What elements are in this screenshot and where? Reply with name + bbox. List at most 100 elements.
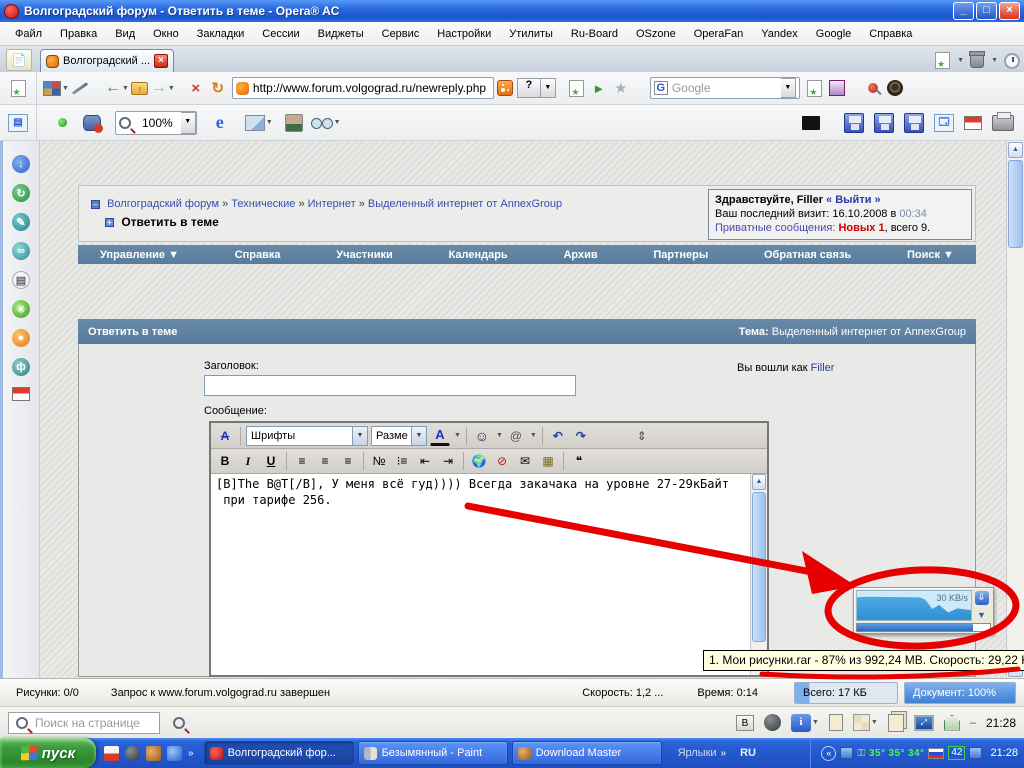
star-icon[interactable]: ★ <box>610 77 632 99</box>
ordered-list-icon[interactable]: № <box>369 451 389 471</box>
bookmark-page-icon[interactable] <box>566 77 588 99</box>
menu-oszone[interactable]: OSzone <box>627 25 685 43</box>
nav-partners[interactable]: Партнеры <box>653 249 708 261</box>
color-dropdown-icon[interactable]: ▼ <box>454 432 461 439</box>
block-content-icon[interactable]: B <box>736 715 754 731</box>
tray-network-icon[interactable] <box>840 747 853 759</box>
insert-image-icon[interactable]: ▦ <box>538 451 558 471</box>
save-icon-2[interactable] <box>874 113 894 133</box>
nav-management[interactable]: Управление ▼ <box>100 249 179 261</box>
transfers-panel-icon[interactable]: ↻ <box>12 184 30 202</box>
add-bookmark-icon[interactable] <box>935 52 950 69</box>
downloads-panel-icon[interactable]: ↓ <box>12 155 30 173</box>
reload-button[interactable]: ↻ <box>207 77 229 99</box>
font-select[interactable]: Шрифты▼ <box>246 426 368 446</box>
menu-view[interactable]: Вид <box>106 25 144 43</box>
trash-dropdown-icon[interactable]: ▼ <box>991 57 998 64</box>
pencil-icon[interactable] <box>69 77 91 99</box>
scroll-up-icon[interactable]: ▲ <box>752 474 766 490</box>
expand-tree-icon[interactable]: + <box>105 218 114 227</box>
menu-sessions[interactable]: Сессии <box>253 25 308 43</box>
breadcrumb-root[interactable]: Волгоградский форум <box>107 198 219 210</box>
eye-icon[interactable] <box>884 77 906 99</box>
message-textarea[interactable]: [B]The B@T[/B], У меня всё гуд)))) Всегд… <box>211 474 750 675</box>
search-engine-dropdown-icon[interactable]: ▼ <box>781 78 796 98</box>
quicklaunch-downloadmaster-icon[interactable] <box>146 746 161 761</box>
ie-icon[interactable]: e <box>209 112 231 134</box>
notes-panel-icon[interactable]: ▤ <box>8 114 28 132</box>
breadcrumb-subsection[interactable]: Интернет <box>308 198 356 210</box>
pm-link[interactable]: Приватные сообщения: <box>715 222 835 234</box>
bookmark-icon-2[interactable] <box>804 77 826 99</box>
align-center-icon[interactable]: ≡ <box>315 451 335 471</box>
shortcuts-overflow-icon[interactable]: » <box>721 748 727 759</box>
start-button[interactable]: пуск <box>0 738 96 768</box>
insert-email-icon[interactable]: ✉ <box>515 451 535 471</box>
collapse-tree-icon[interactable]: – <box>91 200 100 209</box>
page-scrollbar[interactable]: ▲ ▼ <box>1006 141 1024 678</box>
bold-icon[interactable]: B <box>215 451 235 471</box>
history-clock-icon[interactable] <box>1004 53 1020 69</box>
tray-key-icon[interactable]: ⚿ <box>857 748 865 759</box>
nav-help[interactable]: Справка <box>235 249 281 261</box>
smiley-icon[interactable]: ☺ <box>472 426 492 446</box>
size-select[interactable]: Разме▼ <box>371 426 427 446</box>
task-opera[interactable]: Волгоградский фор... <box>204 741 354 765</box>
stop-button[interactable]: × <box>185 77 207 99</box>
search-field[interactable]: G Google ▼ <box>650 77 800 99</box>
remove-link-icon[interactable]: ⊘ <box>492 451 512 471</box>
panel-bookmark-icon[interactable] <box>11 80 26 97</box>
menu-yandex[interactable]: Yandex <box>752 25 807 43</box>
save-icon-3[interactable] <box>904 113 924 133</box>
maximize-button[interactable]: □ <box>976 2 997 20</box>
search-panel-icon[interactable]: ф <box>12 358 30 376</box>
rss-icon[interactable] <box>497 80 513 96</box>
menu-window[interactable]: Окно <box>144 25 188 43</box>
clapperboard-icon[interactable] <box>802 116 820 130</box>
download-master-widget[interactable]: 30 KB/s ⇓ ▼ <box>853 587 994 634</box>
tray-monitor-icon[interactable] <box>969 747 982 759</box>
breadcrumb-topic[interactable]: Выделенный интернет от AnnexGroup <box>368 198 562 210</box>
find-button-icon[interactable] <box>173 717 185 729</box>
menu-file[interactable]: Файл <box>6 25 51 43</box>
menu-google[interactable]: Google <box>807 25 860 43</box>
quicklaunch-overflow-icon[interactable]: » <box>188 748 194 759</box>
redo-icon[interactable]: ↷ <box>571 426 591 446</box>
tab-close-icon[interactable]: × <box>154 54 168 68</box>
wallet-icon[interactable] <box>826 77 848 99</box>
panel-toggle-icon[interactable] <box>964 116 982 130</box>
help-button[interactable]: ? <box>517 78 541 98</box>
print-icon[interactable] <box>992 115 1014 131</box>
widget-dropdown-icon[interactable]: ▼ <box>977 610 986 620</box>
home-icon[interactable] <box>944 715 960 731</box>
nav-members[interactable]: Участники <box>336 249 393 261</box>
author-mode-glasses-icon[interactable]: ▼ <box>311 112 341 134</box>
nav-search[interactable]: Поиск ▼ <box>907 249 954 261</box>
remove-format-icon[interactable]: A <box>215 426 235 446</box>
fit-page-icon[interactable] <box>829 714 843 731</box>
address-field[interactable]: http://www.forum.volgograd.ru/newreply.p… <box>232 77 494 99</box>
menu-widgets[interactable]: Виджеты <box>309 25 373 43</box>
menu-ruboard[interactable]: Ru-Board <box>562 25 627 43</box>
underline-icon[interactable]: U <box>261 451 281 471</box>
language-indicator[interactable]: RU <box>736 747 760 759</box>
tile-windows-icon[interactable] <box>853 714 870 731</box>
align-left-icon[interactable]: ≡ <box>292 451 312 471</box>
smiley-dropdown-icon[interactable]: ▼ <box>496 432 503 439</box>
nav-calendar[interactable]: Календарь <box>449 249 508 261</box>
back-button[interactable]: ←▼ <box>105 77 129 99</box>
up-directory-button[interactable]: ↑ <box>129 77 151 99</box>
tray-flag-icon[interactable] <box>928 748 944 759</box>
nav-archive[interactable]: Архив <box>563 249 597 261</box>
user-mode-icon[interactable] <box>283 112 305 134</box>
offline-globe-icon[interactable] <box>764 714 781 731</box>
nav-feedback[interactable]: Обратная связь <box>764 249 851 261</box>
tile-windows-group[interactable]: ▼ <box>853 714 878 731</box>
menu-utilities[interactable]: Утилиты <box>500 25 562 43</box>
font-color-icon[interactable]: A <box>430 426 450 446</box>
help-dropdown-icon[interactable]: ▼ <box>541 78 556 98</box>
window-help-icon[interactable]: 🗔 <box>934 114 954 132</box>
menu-bookmarks[interactable]: Закладки <box>188 25 254 43</box>
username-link[interactable]: Filler <box>811 362 835 374</box>
insert-link-icon[interactable]: 🌍 <box>469 451 489 471</box>
